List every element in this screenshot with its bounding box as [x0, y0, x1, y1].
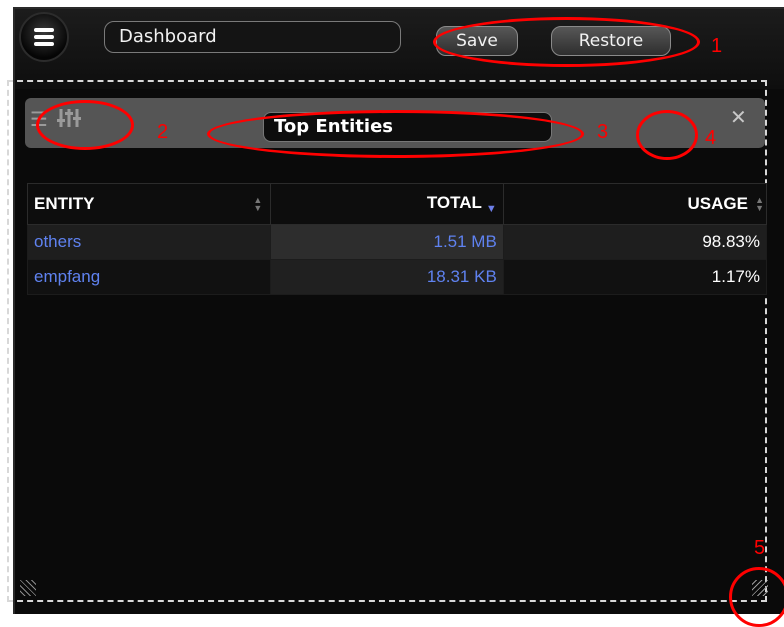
annotation-circle-4: [636, 110, 698, 160]
column-header-total[interactable]: TOTAL ▼: [270, 183, 504, 225]
column-header-usage[interactable]: USAGE ▲ ▼: [502, 183, 768, 225]
main-menu-button[interactable]: [19, 12, 69, 62]
entity-link[interactable]: empfang: [26, 259, 272, 295]
total-value[interactable]: 18.31 KB: [270, 259, 504, 295]
usage-value: 98.83%: [502, 224, 768, 260]
resize-handle-icon[interactable]: [20, 580, 36, 596]
table-row: empfang 18.31 KB 1.17%: [26, 259, 768, 295]
total-value[interactable]: 1.51 MB: [270, 224, 504, 260]
sort-both-icon: ▲ ▼: [755, 195, 764, 213]
dashboard-edit-area: [7, 80, 767, 602]
column-header-entity[interactable]: ENTITY ▲ ▼: [26, 183, 272, 225]
annotation-circle-3: [207, 110, 584, 158]
table-row: others 1.51 MB 98.83%: [26, 224, 768, 260]
annotation-number-1: 1: [711, 35, 723, 57]
hamburger-menu-icon: [34, 25, 54, 49]
table-header-row: ENTITY ▲ ▼ TOTAL ▼ USAGE ▲ ▼: [26, 183, 768, 225]
usage-value: 1.17%: [502, 259, 768, 295]
annotation-circle-1: [433, 17, 700, 67]
sort-desc-icon: ▼: [485, 203, 497, 215]
annotation-circle-5: [729, 567, 784, 627]
sort-both-icon: ▲ ▼: [253, 195, 263, 213]
entities-table: ENTITY ▲ ▼ TOTAL ▼ USAGE ▲ ▼ others 1.51 MB…: [26, 183, 768, 295]
entity-link[interactable]: others: [26, 224, 272, 260]
annotation-number-4: 4: [705, 127, 717, 149]
annotation-number-5: 5: [754, 537, 766, 559]
annotation-number-3: 3: [597, 121, 609, 143]
annotation-number-2: 2: [157, 121, 169, 143]
dashboard-name-input[interactable]: Dashboard: [104, 21, 401, 53]
close-icon[interactable]: ✕: [730, 105, 747, 129]
annotation-circle-2: [36, 100, 134, 150]
